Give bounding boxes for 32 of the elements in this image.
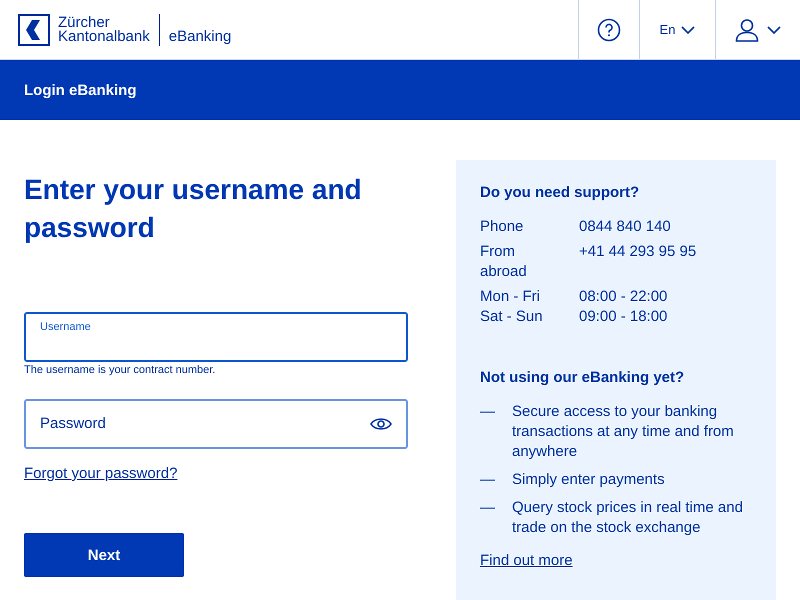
benefit-text: Query stock prices in real time and trade on the stock exchange bbox=[512, 498, 744, 538]
username-field[interactable]: Username bbox=[24, 312, 408, 362]
user-icon bbox=[735, 18, 759, 42]
dash-bullet: — bbox=[480, 498, 496, 518]
contact-label: From abroad bbox=[480, 242, 528, 282]
contact-value: +41 44 293 95 95 bbox=[579, 242, 698, 262]
chevron-down-icon bbox=[681, 26, 696, 34]
contact-value: 09:00 - 18:00 bbox=[579, 307, 668, 327]
chevron-down-icon bbox=[767, 26, 781, 34]
password-field[interactable]: Password bbox=[24, 399, 408, 449]
contact-value: 0844 840 140 bbox=[579, 217, 672, 237]
contact-label: Phone bbox=[480, 217, 524, 237]
field-hint: The username is your contract number. bbox=[24, 364, 216, 376]
promo-heading: Not using our eBanking yet? bbox=[480, 369, 686, 386]
forgot-password-link[interactable]: Forgot your password? bbox=[24, 465, 178, 482]
help-icon bbox=[597, 18, 621, 42]
find-out-more-link[interactable]: Find out more bbox=[480, 552, 573, 569]
support-heading: Do you need support? bbox=[480, 184, 640, 201]
benefit-text: Secure access to your banking transactions at any time and from anywhere bbox=[512, 402, 735, 462]
benefit-text: Simply enter payments bbox=[512, 470, 666, 490]
contact-label: Mon - Fri bbox=[480, 287, 541, 307]
dash-bullet: — bbox=[480, 402, 496, 422]
contact-label: Sat - Sun bbox=[480, 307, 544, 327]
dash-bullet: — bbox=[480, 470, 496, 490]
bank-name: Zürcher Kantonalbank bbox=[58, 16, 150, 44]
eye-icon[interactable] bbox=[370, 417, 392, 431]
contact-value: 08:00 - 22:00 bbox=[579, 287, 668, 307]
form-heading: Enter your username and password bbox=[24, 173, 363, 245]
next-button[interactable]: Next bbox=[24, 533, 184, 577]
page-title: Login eBanking bbox=[24, 82, 136, 98]
bank-logo-icon bbox=[18, 14, 50, 46]
product-name: eBanking bbox=[168, 26, 232, 44]
